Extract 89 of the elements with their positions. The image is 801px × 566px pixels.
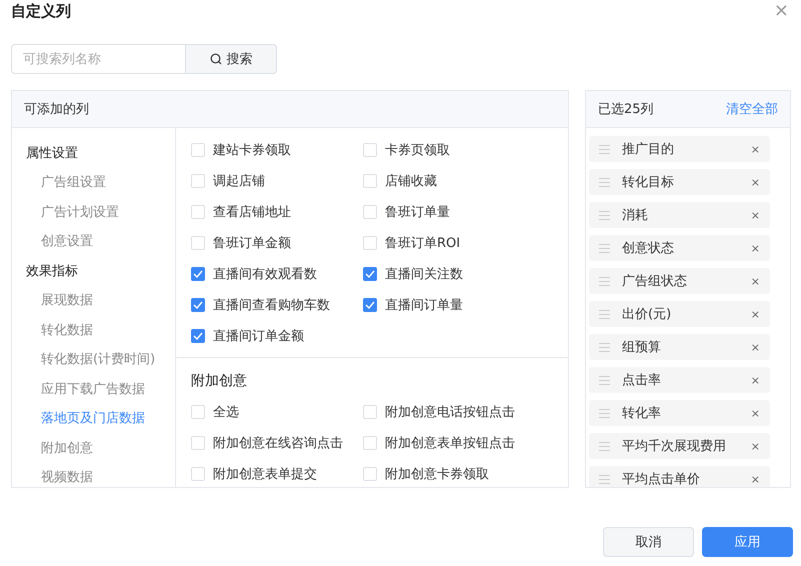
selected-column-item[interactable]: 平均点击单价 ×: [589, 466, 770, 487]
selected-column-item[interactable]: 转化率 ×: [589, 400, 770, 426]
drag-handle-icon[interactable]: [599, 310, 610, 318]
option-label[interactable]: 鲁班订单ROI: [385, 234, 460, 252]
nav-item[interactable]: 展现数据: [12, 286, 175, 315]
option-label[interactable]: 全选: [213, 402, 239, 420]
option-label[interactable]: 鲁班订单量: [385, 202, 450, 220]
checkbox[interactable]: [191, 266, 205, 280]
drag-handle-icon[interactable]: [599, 408, 610, 418]
remove-button[interactable]: ×: [750, 440, 760, 452]
column-name: 点击率: [622, 372, 662, 389]
option-label[interactable]: 直播间订单量: [385, 296, 463, 314]
selected-column-item[interactable]: 消耗 ×: [589, 202, 770, 228]
option-label[interactable]: 直播间有效观看数: [213, 264, 317, 282]
column-name: 平均千次展现费用: [622, 438, 727, 455]
remove-button[interactable]: ×: [750, 308, 760, 320]
checkbox[interactable]: [191, 298, 205, 312]
drag-handle-icon[interactable]: [599, 210, 610, 220]
selected-count: 已选25列: [598, 101, 654, 118]
column-name: 组预算: [622, 339, 662, 356]
column-name: 出价(元): [622, 306, 672, 323]
cancel-button[interactable]: 取消: [603, 527, 694, 557]
drag-handle-icon[interactable]: [599, 342, 610, 352]
column-name: 创意状态: [622, 240, 675, 257]
option-label[interactable]: 建站卡券领取: [213, 140, 291, 158]
nav-group-label: 属性设置: [26, 144, 78, 162]
section-title: 附加创意: [191, 372, 248, 391]
drag-handle-icon[interactable]: [599, 442, 610, 450]
option-label[interactable]: 附加创意在线咨询点击: [213, 434, 343, 452]
search-icon: [210, 53, 222, 65]
remove-button[interactable]: ×: [750, 242, 760, 254]
option-label[interactable]: 鲁班订单金额: [213, 234, 291, 252]
panel-title: 可添加的列: [24, 101, 89, 118]
remove-button[interactable]: ×: [750, 340, 760, 354]
nav-item[interactable]: 落地页及门店数据: [12, 404, 175, 433]
drag-handle-icon[interactable]: [599, 244, 610, 252]
nav-item[interactable]: 应用下载广告数据: [12, 374, 175, 404]
column-name: 转化率: [622, 405, 662, 422]
column-name: 消耗: [622, 207, 649, 224]
remove-button[interactable]: ×: [750, 208, 760, 222]
option-label[interactable]: 附加创意表单提交: [213, 464, 317, 482]
dialog-title: 自定义列: [11, 2, 71, 21]
selected-column-item[interactable]: 推广目的 ×: [589, 136, 770, 162]
search-button[interactable]: 搜索: [186, 44, 277, 74]
option-label[interactable]: 附加创意电话按钮点击: [385, 402, 515, 420]
option-label[interactable]: 直播间查看购物车数: [213, 296, 330, 314]
checkbox[interactable]: [363, 298, 377, 312]
option-label[interactable]: 调起店铺: [213, 172, 265, 190]
remove-button[interactable]: ×: [750, 274, 760, 288]
nav-item[interactable]: 视频数据: [12, 462, 175, 487]
column-name: 转化目标: [622, 174, 675, 191]
selected-column-item[interactable]: 转化目标 ×: [589, 169, 770, 195]
nav-item[interactable]: 附加创意: [12, 433, 175, 462]
option-label[interactable]: 店铺收藏: [385, 172, 437, 190]
search-field[interactable]: 可搜索列名称: [11, 44, 186, 74]
option-label[interactable]: 附加创意卡券领取: [385, 464, 489, 482]
nav-group-label: 效果指标: [26, 262, 78, 280]
selected-column-item[interactable]: 广告组状态 ×: [589, 268, 770, 294]
column-name: 广告组状态: [622, 273, 688, 290]
checkbox[interactable]: [191, 328, 205, 342]
remove-button[interactable]: ×: [750, 142, 760, 156]
drag-handle-icon[interactable]: [599, 276, 610, 286]
drag-handle-icon[interactable]: [599, 376, 610, 384]
selected-column-item[interactable]: 创意状态 ×: [589, 235, 770, 261]
option-label[interactable]: 卡券页领取: [385, 140, 450, 158]
remove-button[interactable]: ×: [750, 406, 760, 420]
selected-column-item[interactable]: 组预算 ×: [589, 334, 770, 360]
selected-column-item[interactable]: 平均千次展现费用 ×: [589, 433, 770, 459]
nav-item[interactable]: 广告计划设置: [12, 197, 175, 226]
remove-button[interactable]: ×: [750, 176, 760, 188]
selected-column-item[interactable]: 点击率 ×: [589, 367, 770, 393]
remove-button[interactable]: ×: [750, 374, 760, 386]
option-label[interactable]: 直播间关注数: [385, 264, 463, 282]
option-label[interactable]: 附加创意表单按钮点击: [385, 434, 515, 452]
nav-item[interactable]: 转化数据(计费时间): [12, 344, 175, 374]
drag-handle-icon[interactable]: [599, 474, 610, 484]
apply-button[interactable]: 应用: [702, 527, 793, 557]
column-name: 推广目的: [622, 141, 675, 158]
selected-column-item[interactable]: 出价(元) ×: [589, 301, 770, 327]
option-label[interactable]: 直播间订单金额: [213, 326, 304, 344]
checkbox[interactable]: [363, 266, 377, 280]
drag-handle-icon[interactable]: [599, 178, 610, 186]
option-label[interactable]: 查看店铺地址: [213, 202, 291, 220]
drag-handle-icon[interactable]: [599, 144, 610, 154]
nav-item[interactable]: 广告组设置: [12, 168, 175, 197]
remove-button[interactable]: ×: [750, 472, 760, 486]
nav-item[interactable]: 转化数据: [12, 315, 175, 344]
column-name: 平均点击单价: [622, 471, 701, 487]
nav-item[interactable]: 创意设置: [12, 226, 175, 256]
